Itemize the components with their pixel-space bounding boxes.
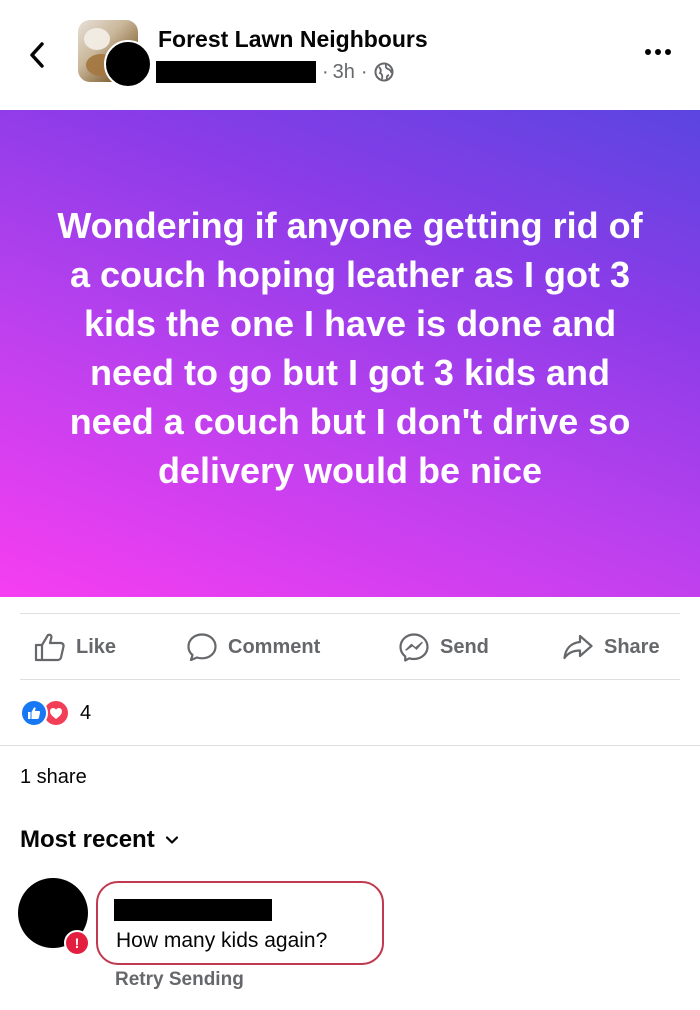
- share-arrow-icon: [563, 634, 593, 660]
- post-timestamp[interactable]: 3h: [333, 61, 355, 84]
- thumbs-up-icon: [34, 633, 65, 662]
- redacted-commenter-name[interactable]: [114, 899, 272, 921]
- meta-separator: ·: [322, 60, 329, 83]
- sort-label: Most recent: [20, 826, 155, 853]
- comment-text: How many kids again?: [116, 929, 328, 952]
- comment-icon: [187, 633, 217, 662]
- chevron-down-icon: [165, 836, 178, 844]
- post-header: Forest Lawn Neighbours · 3h ·: [0, 0, 700, 110]
- comment-label: Comment: [228, 635, 321, 658]
- comment-sort-dropdown[interactable]: Most recent: [20, 826, 179, 854]
- back-button[interactable]: [22, 38, 52, 72]
- send-button[interactable]: Send: [398, 614, 489, 680]
- divider: [20, 679, 680, 680]
- comment-bubble[interactable]: How many kids again?: [96, 881, 384, 965]
- author-avatar[interactable]: [104, 40, 152, 88]
- share-count[interactable]: 1 share: [20, 766, 87, 789]
- reactions-summary[interactable]: 4: [20, 699, 92, 727]
- messenger-icon: [399, 633, 429, 662]
- retry-sending-link[interactable]: Retry Sending: [115, 969, 244, 991]
- share-button[interactable]: Share: [562, 614, 660, 680]
- post-meta: · 3h ·: [156, 60, 394, 84]
- error-icon: !: [74, 935, 80, 951]
- more-icon: [645, 49, 651, 55]
- meta-separator: ·: [360, 60, 368, 83]
- action-bar: Like Comment Send Share: [0, 614, 700, 680]
- globe-icon: [374, 62, 394, 82]
- chevron-left-icon: [30, 42, 44, 68]
- error-badge: !: [64, 930, 90, 956]
- post-content[interactable]: Wondering if anyone getting rid of a cou…: [0, 110, 700, 597]
- share-label: Share: [604, 635, 660, 658]
- group-name[interactable]: Forest Lawn Neighbours: [158, 26, 428, 53]
- send-label: Send: [440, 635, 489, 658]
- comment-button[interactable]: Comment: [186, 614, 320, 680]
- like-button[interactable]: Like: [34, 614, 116, 680]
- divider: [0, 745, 700, 746]
- reaction-count: 4: [80, 701, 92, 724]
- post-text: Wondering if anyone getting rid of a cou…: [57, 204, 643, 491]
- redacted-author-name[interactable]: [156, 61, 316, 83]
- more-options-button[interactable]: [640, 40, 676, 64]
- like-reaction-icon: [20, 699, 48, 727]
- like-label: Like: [76, 635, 117, 658]
